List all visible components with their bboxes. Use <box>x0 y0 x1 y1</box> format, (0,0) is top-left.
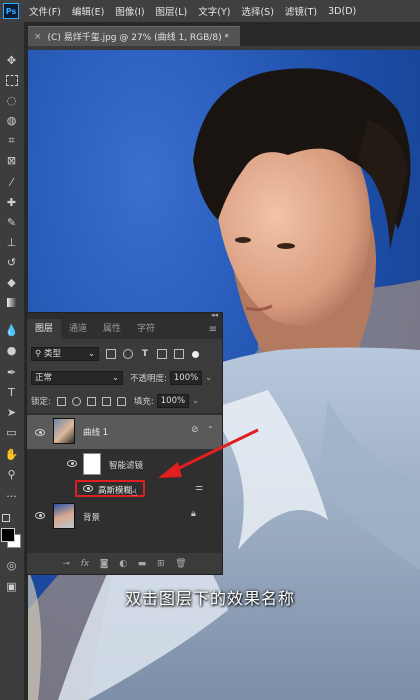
foreground-color-swatch[interactable] <box>1 528 15 542</box>
video-subtitle: 双击图层下的效果名称 <box>124 589 295 608</box>
